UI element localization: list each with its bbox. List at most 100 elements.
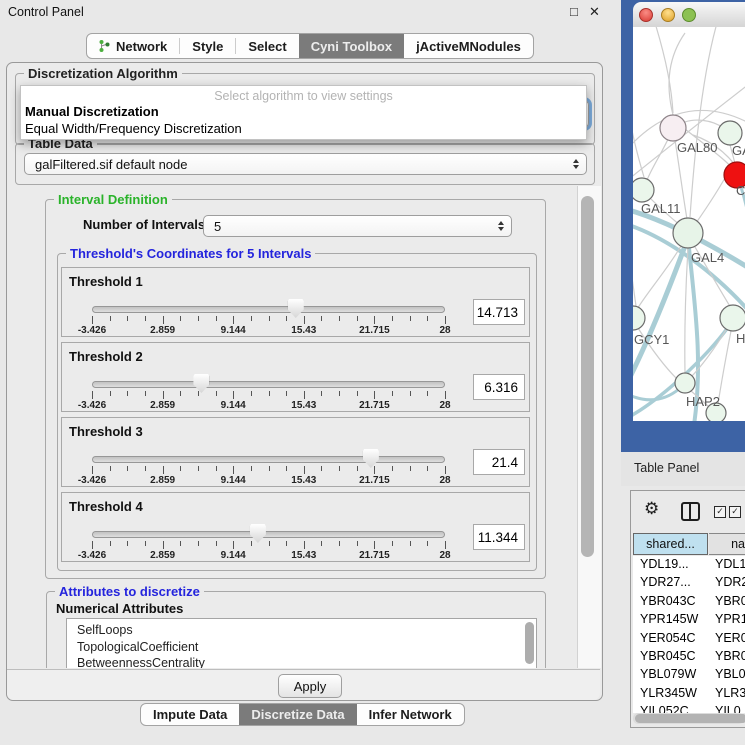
network-node-label: H [736, 331, 745, 346]
column-header-shared-name[interactable]: shared... [633, 533, 708, 555]
threshold-value-field[interactable] [473, 449, 525, 475]
network-canvas[interactable]: GAL80GACGAL11GAL4GCY1HHAP2 [633, 27, 745, 421]
close-traffic-light[interactable] [639, 8, 653, 22]
network-edge [690, 27, 717, 217]
slider-tick-label: 2.859 [140, 475, 186, 486]
slider-thumb[interactable] [250, 524, 266, 543]
tab-select[interactable]: Select [236, 34, 298, 58]
slider-tick [339, 316, 340, 321]
table-data-combobox[interactable]: galFiltered.sif default node [24, 153, 587, 175]
slider-tick [92, 316, 93, 324]
network-node-label: GA [732, 143, 745, 158]
tab-jactivemnodules[interactable]: jActiveMNodules [404, 34, 533, 58]
table-row[interactable]: YPR145WYPR1 [633, 611, 745, 629]
algorithm-option[interactable]: Equal Width/Frequency Discretization [25, 121, 242, 136]
tab-impute-data[interactable]: Impute Data [141, 704, 239, 725]
tab-style[interactable]: Style [180, 34, 235, 58]
slider-tick [410, 316, 411, 321]
tab-network[interactable]: Network [87, 34, 179, 58]
threshold-value-field[interactable] [473, 299, 525, 325]
tab-discretize-data[interactable]: Discretize Data [239, 704, 356, 725]
table-row[interactable]: YIL052CYIL0 [633, 703, 745, 713]
network-node-label: GAL11 [641, 201, 681, 216]
network-node-label: C [736, 183, 745, 198]
slider-tick [180, 541, 181, 546]
slider-tick [374, 466, 375, 474]
network-node[interactable] [718, 121, 742, 145]
attribute-item[interactable]: TopologicalCoefficient [67, 639, 536, 656]
table-hscrollbar-thumb[interactable] [635, 714, 745, 723]
slider-tick-label: 28 [422, 400, 468, 411]
table-row[interactable]: YER054CYER0 [633, 630, 745, 648]
number-of-intervals-combobox[interactable]: 5 [203, 215, 512, 237]
network-window-titlebar [633, 2, 745, 28]
gear-icon[interactable]: ⚙ [644, 499, 659, 519]
attributes-scrollbar-thumb[interactable] [525, 622, 534, 664]
slider-thumb[interactable] [288, 299, 304, 318]
main-scrollbar-thumb[interactable] [581, 196, 594, 557]
slider-tick [216, 466, 217, 471]
slider-tick [233, 391, 234, 399]
network-node[interactable] [633, 178, 654, 202]
slider-tick [410, 541, 411, 546]
slider-tick [286, 391, 287, 396]
threshold-card: Threshold 2-3.4262.8599.14415.4321.71528 [61, 342, 530, 412]
tab-infer-network[interactable]: Infer Network [357, 704, 464, 725]
attribute-item[interactable]: SelfLoops [67, 622, 536, 639]
slider-track[interactable] [92, 531, 445, 538]
minimize-traffic-light[interactable] [661, 8, 675, 22]
slider-tick [233, 466, 234, 474]
slider-tick [427, 466, 428, 471]
slider-tick [198, 466, 199, 471]
slider-tick [110, 316, 111, 321]
threshold-value-field[interactable] [473, 374, 525, 400]
cell-name: YDR2 [715, 575, 745, 589]
slider-tick [163, 466, 164, 474]
float-window-icon[interactable]: □ [570, 4, 578, 19]
slider-tick [269, 466, 270, 471]
slider-track[interactable] [92, 306, 445, 313]
cell-shared-name: YBR045C [640, 649, 696, 663]
table-row[interactable]: YDR27...YDR2 [633, 574, 745, 592]
table-row[interactable]: YBR045CYBR0 [633, 648, 745, 666]
threshold-label: Threshold 1 [69, 274, 143, 289]
table-row[interactable]: YLR345WYLR3 [633, 685, 745, 703]
slider-thumb[interactable] [193, 374, 209, 393]
table-row[interactable]: YBL079WYBL0 [633, 666, 745, 684]
table-row[interactable]: YDL19...YDL1 [633, 556, 745, 574]
network-edge [633, 263, 636, 306]
checkbox-checked-icon[interactable]: ✓ [714, 506, 726, 518]
slider-tick-label: 21.715 [351, 400, 397, 411]
slider-tick [392, 391, 393, 396]
cell-name: YBR0 [715, 594, 745, 608]
slider-tick-label: 2.859 [140, 550, 186, 561]
tab-cyni-toolbox[interactable]: Cyni Toolbox [299, 34, 404, 58]
split-view-icon[interactable] [681, 502, 700, 521]
network-node[interactable] [673, 218, 703, 248]
attribute-item[interactable]: BetweennessCentrality [67, 655, 536, 668]
network-node[interactable] [633, 306, 645, 330]
slider-tick [445, 316, 446, 324]
slider-tick [321, 391, 322, 396]
slider-tick [216, 541, 217, 546]
apply-button[interactable]: Apply [278, 674, 342, 698]
zoom-traffic-light[interactable] [682, 8, 696, 22]
network-node[interactable] [675, 373, 695, 393]
algorithm-option[interactable]: Manual Discretization [25, 104, 159, 119]
network-node-label: GAL80 [677, 140, 717, 155]
table-row[interactable]: YBR043CYBR0 [633, 593, 745, 611]
cell-name: YER0 [715, 631, 745, 645]
combo-arrows-icon [573, 159, 579, 169]
tab-label: Select [248, 39, 286, 54]
column-header-name[interactable]: na [709, 533, 745, 555]
slider-thumb[interactable] [363, 449, 379, 468]
close-panel-icon[interactable]: ✕ [589, 4, 600, 20]
network-node[interactable] [660, 115, 686, 141]
threshold-card: Threshold 4-3.4262.8599.14415.4321.71528 [61, 492, 530, 562]
checkbox-checked-icon[interactable]: ✓ [729, 506, 741, 518]
network-node[interactable] [720, 305, 745, 331]
numerical-attributes-list[interactable]: SelfLoopsTopologicalCoefficientBetweenne… [66, 618, 537, 668]
threshold-value-field[interactable] [473, 524, 525, 550]
slider-track[interactable] [92, 381, 445, 388]
slider-track[interactable] [92, 456, 445, 463]
